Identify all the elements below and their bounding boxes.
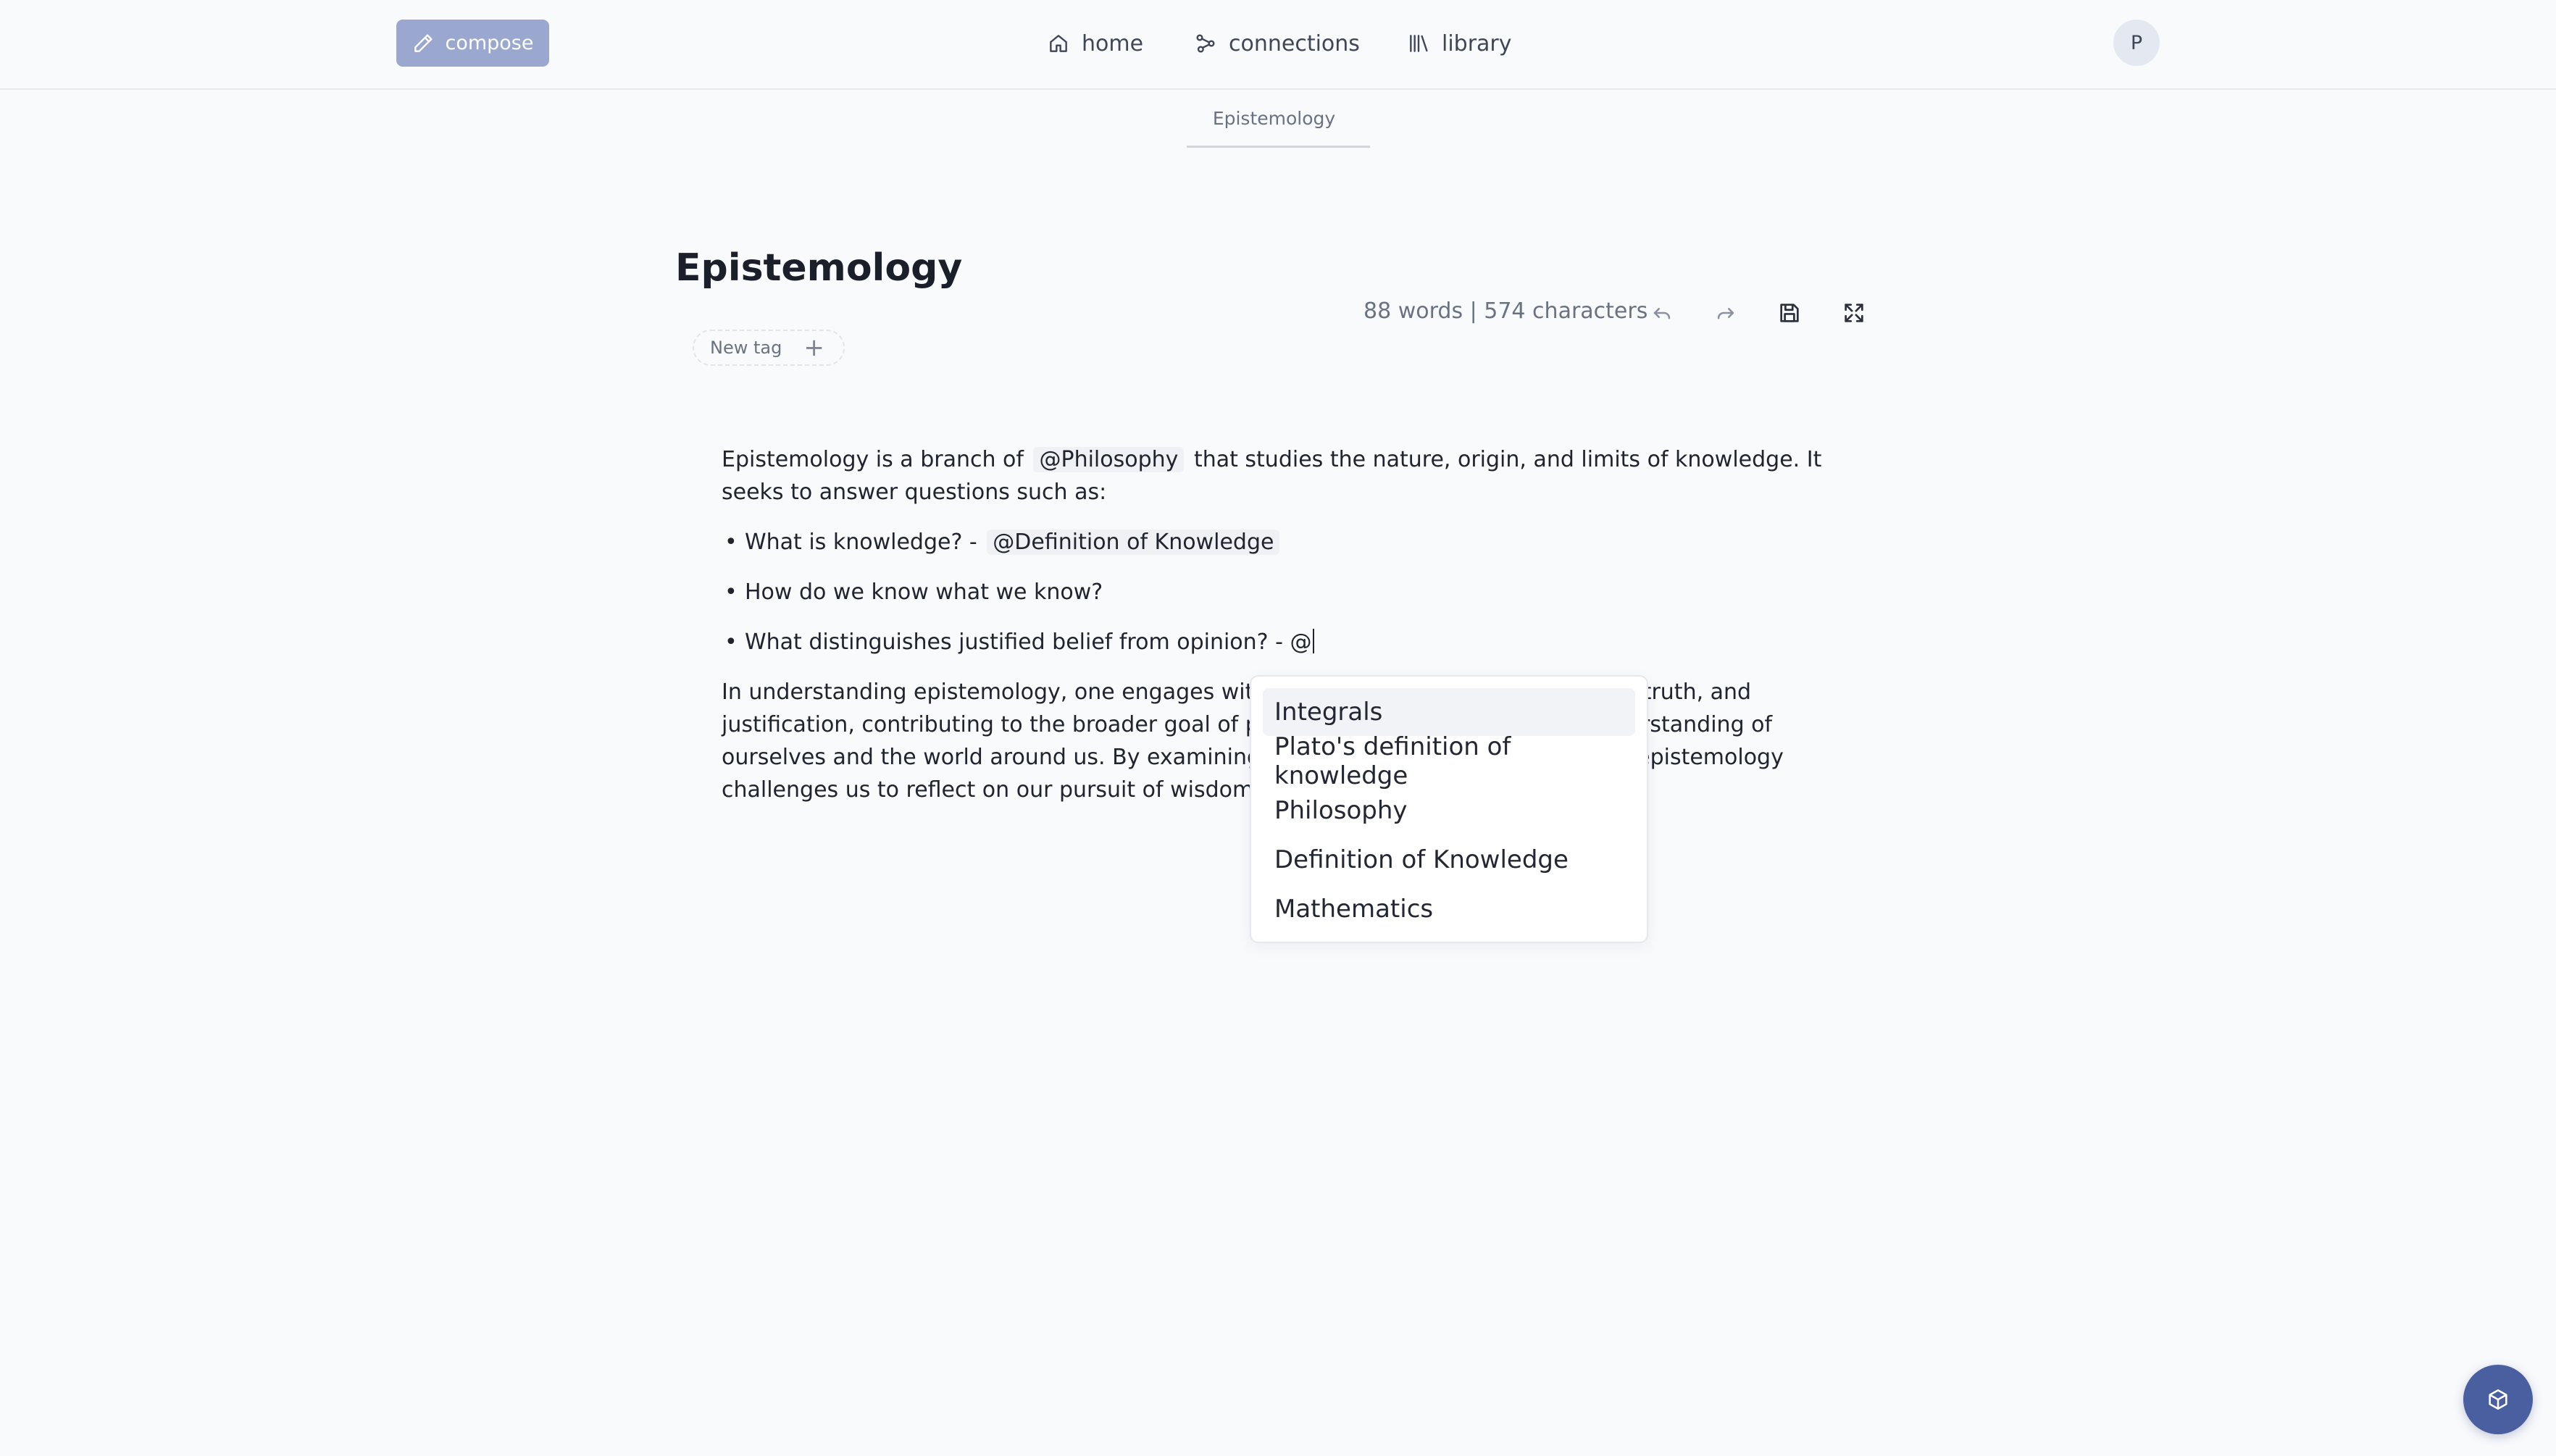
nav-home[interactable]: home: [1047, 22, 1143, 65]
save-icon: [1780, 304, 1799, 322]
undo-icon: [1653, 308, 1671, 319]
tab-epistemology[interactable]: Epistemology: [1187, 91, 1370, 148]
compose-button[interactable]: compose: [396, 20, 549, 67]
nav-connections-label: connections: [1229, 30, 1360, 57]
paragraph: Epistemology is a branch of @Philosophy …: [722, 443, 1837, 509]
top-navigation-bar: compose home connections library P: [0, 0, 2556, 90]
nav-library-label: library: [1442, 30, 1512, 57]
connections-icon: [1196, 34, 1215, 53]
mention-chip[interactable]: @Definition of Knowledge: [987, 530, 1280, 555]
paragraph-text: Epistemology is a branch of: [722, 447, 1031, 472]
text-cursor: [1312, 629, 1314, 653]
mention-chip[interactable]: @Philosophy: [1033, 447, 1185, 472]
pencil-icon: [414, 33, 433, 52]
nav-connections[interactable]: connections: [1194, 22, 1360, 65]
avatar[interactable]: P: [2113, 20, 2160, 66]
new-tag-label: New tag: [710, 338, 782, 358]
page-title[interactable]: Epistemology: [675, 246, 962, 290]
fullscreen-icon: [1845, 304, 1863, 322]
redo-button[interactable]: [1710, 297, 1742, 329]
library-icon: [1410, 35, 1428, 52]
tab-label: Epistemology: [1212, 108, 1336, 129]
list-item-text: What is knowledge? -: [745, 530, 985, 555]
nav-home-label: home: [1082, 30, 1144, 57]
fullscreen-button[interactable]: [1838, 297, 1870, 329]
home-icon: [1050, 35, 1067, 52]
new-tag-button[interactable]: New tag +: [693, 330, 845, 366]
list-item: What is knowledge? - @Definition of Know…: [722, 526, 1837, 558]
list-item: How do we know what we know?: [722, 576, 1837, 608]
undo-button[interactable]: [1646, 297, 1678, 329]
avatar-initial: P: [2130, 31, 2143, 54]
mention-suggestions-dropdown: Integrals Plato's definition of knowledg…: [1250, 675, 1648, 943]
cube-icon: [2489, 1389, 2507, 1410]
list-item: What distinguishes justified belief from…: [722, 626, 1837, 658]
suggestion-item[interactable]: Definition of Knowledge: [1263, 836, 1635, 884]
nav-library[interactable]: library: [1407, 22, 1512, 65]
suggestion-item[interactable]: Philosophy: [1263, 787, 1635, 834]
bullet-list: What is knowledge? - @Definition of Know…: [722, 526, 1837, 658]
suggestion-item[interactable]: Integrals: [1263, 688, 1635, 736]
plus-icon: +: [803, 333, 824, 362]
redo-icon: [1717, 308, 1734, 319]
suggestion-item[interactable]: Mathematics: [1263, 885, 1635, 933]
suggestion-item[interactable]: Plato's definition of knowledge: [1263, 732, 1635, 790]
list-item-text: What distinguishes justified belief from…: [745, 629, 1290, 655]
mention-trigger-text: @: [1290, 629, 1312, 655]
compose-label: compose: [445, 32, 534, 54]
floating-action-button[interactable]: [2463, 1365, 2533, 1434]
word-count: 88 words | 574 characters: [1363, 298, 1648, 324]
save-button[interactable]: [1774, 297, 1805, 329]
list-item-text: How do we know what we know?: [745, 580, 1103, 605]
